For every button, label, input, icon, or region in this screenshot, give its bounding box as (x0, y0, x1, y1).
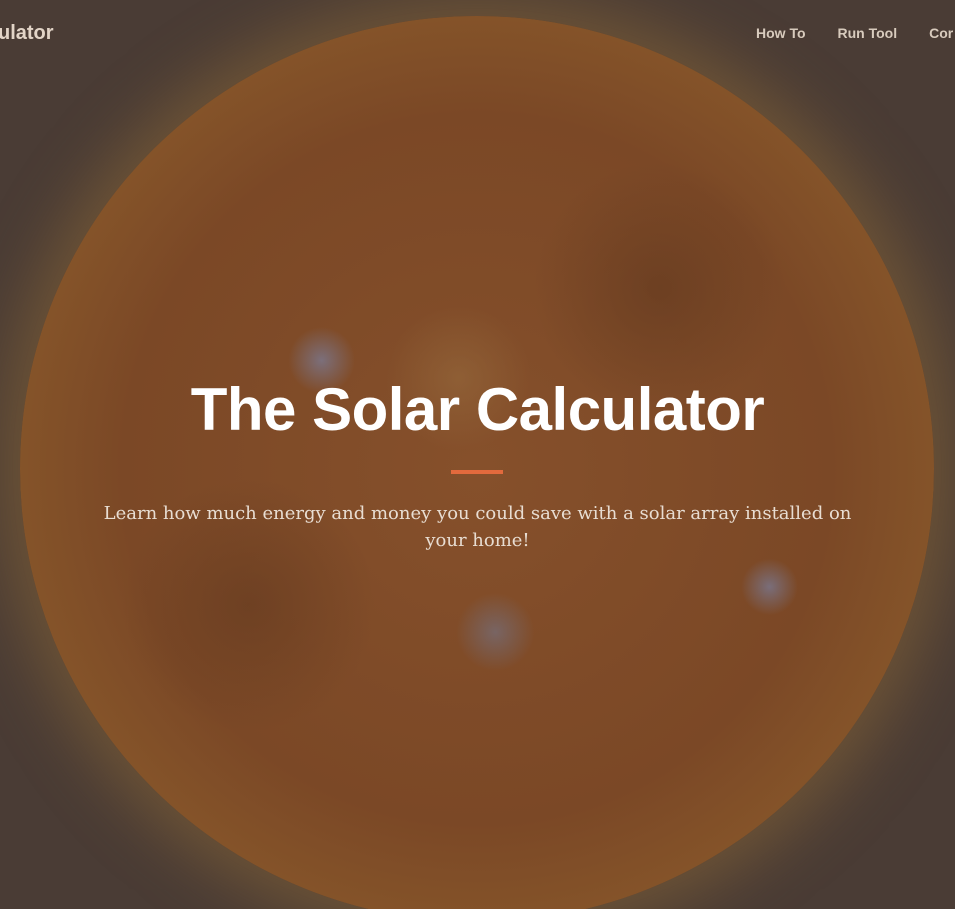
sun-background-image (20, 16, 934, 909)
nav-brand-link[interactable]: ulator (0, 22, 54, 45)
hero-subtitle: Learn how much energy and money you coul… (103, 503, 852, 551)
hero-title: The Solar Calculator (190, 376, 765, 443)
nav-link-contact[interactable]: Cor (929, 25, 953, 41)
title-divider (451, 470, 503, 474)
nav-link-run-tool[interactable]: Run Tool (838, 25, 898, 41)
nav-link-how-to[interactable]: How To (756, 25, 806, 41)
hero-section: ulator How To Run Tool Cor The Solar Cal… (0, 0, 955, 909)
main-nav: How To Run Tool Cor (756, 25, 953, 41)
